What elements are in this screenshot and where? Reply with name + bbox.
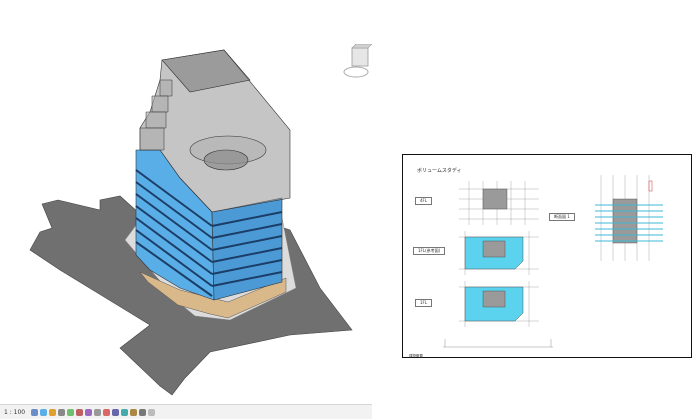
more-icon[interactable]: [148, 408, 156, 416]
tag-plan-4f: 4FL: [415, 197, 433, 205]
view-cube-icon[interactable]: [342, 44, 372, 80]
sheet-view[interactable]: ボリュームスタディ 4FL 1FL(参考図) 1FL 断面図 1 建物概要: [402, 154, 692, 358]
sheet-title: ボリュームスタディ: [417, 168, 462, 174]
worksharing-icon[interactable]: [121, 408, 129, 416]
temp-hide-icon[interactable]: [103, 408, 111, 416]
tag-plan-1f-ref: 1FL(参考図): [413, 247, 446, 255]
titleblock-label: 建物概要: [409, 354, 423, 358]
reveal-hidden-icon[interactable]: [112, 408, 120, 416]
render-icon[interactable]: [67, 408, 75, 416]
detail-level-icon[interactable]: [31, 408, 39, 416]
analysis-icon[interactable]: [130, 408, 138, 416]
shadows-icon[interactable]: [58, 408, 66, 416]
strip-detail: [443, 339, 553, 348]
plan-1f-ref: [459, 231, 539, 275]
3d-model: [29, 49, 353, 396]
tag-plan-1f: 1FL: [415, 299, 433, 307]
view-scale[interactable]: 1 : 100: [4, 409, 25, 416]
plan-1f: [459, 281, 539, 327]
tag-section: 断面図 1: [549, 213, 575, 221]
3d-viewport[interactable]: [0, 0, 372, 404]
view-control-bar: 1 : 100: [0, 404, 372, 419]
crop-view-icon[interactable]: [76, 408, 84, 416]
roof-terrace-inner: [203, 149, 249, 171]
show-crop-icon[interactable]: [85, 408, 93, 416]
sun-path-icon[interactable]: [49, 408, 57, 416]
highlight-icon[interactable]: [139, 408, 147, 416]
section-elevation: [595, 175, 663, 261]
visual-style-icon[interactable]: [40, 408, 48, 416]
lock-view-icon[interactable]: [94, 408, 102, 416]
plan-4f: [459, 181, 539, 225]
